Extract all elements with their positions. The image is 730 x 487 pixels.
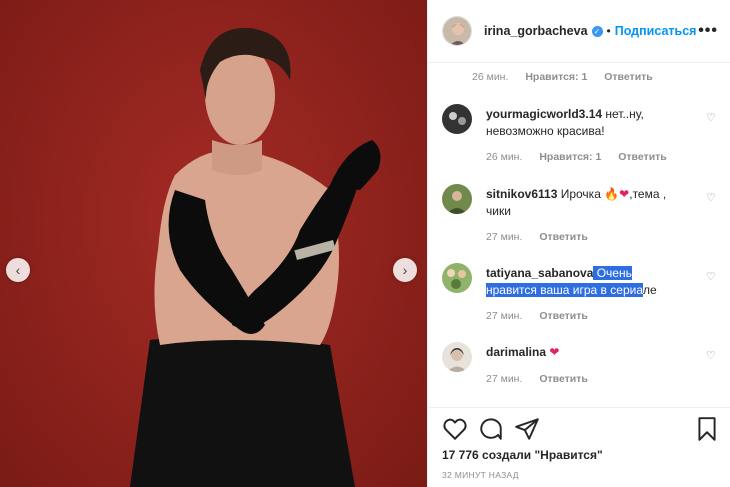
comment-username[interactable]: tatiyana_sabanova bbox=[486, 266, 593, 280]
comment-body: Ирочка bbox=[557, 187, 605, 201]
chevron-right-icon[interactable]: › bbox=[393, 258, 417, 282]
action-icons bbox=[442, 416, 717, 444]
more-icon[interactable]: ••• bbox=[698, 22, 718, 40]
like-comment-icon[interactable]: ♡ bbox=[706, 111, 716, 124]
comment-time: 27 мин. bbox=[486, 231, 523, 243]
comment-text: sitnikov6113 Ирочка 🔥❤,тема , чики bbox=[486, 186, 682, 220]
post-header: irina_gorbacheva ✓ • Подписаться ••• bbox=[428, 0, 730, 63]
comment-meta: 26 мин. Нравится: 1 Ответить bbox=[486, 151, 681, 163]
reply-button[interactable]: Ответить bbox=[539, 231, 588, 243]
comment-username[interactable]: yourmagicworld3.14 bbox=[486, 107, 602, 121]
chevron-left-icon[interactable]: ‹ bbox=[6, 258, 30, 282]
comment-text: yourmagicworld3.14 нет..ну, невозможно к… bbox=[486, 106, 682, 140]
verified-icon: ✓ bbox=[591, 25, 603, 37]
comment-time: 27 мин. bbox=[486, 373, 523, 385]
like-comment-icon[interactable]: ♡ bbox=[706, 349, 716, 362]
post-panel: irina_gorbacheva ✓ • Подписаться ••• 26 … bbox=[427, 0, 730, 487]
heart-icon[interactable] bbox=[442, 416, 468, 442]
avatar[interactable] bbox=[442, 16, 472, 46]
comment-time: 26 мин. bbox=[472, 71, 509, 83]
post-username[interactable]: irina_gorbacheva bbox=[484, 24, 588, 38]
like-comment-icon[interactable]: ♡ bbox=[706, 270, 716, 283]
comment-body: ле bbox=[643, 283, 657, 297]
reply-button[interactable]: Ответить bbox=[604, 71, 653, 83]
reply-button[interactable]: Ответить bbox=[539, 373, 588, 385]
likes-count[interactable]: 17 776 создали "Нравится" bbox=[442, 448, 603, 462]
post-photo[interactable]: ‹ › bbox=[0, 0, 427, 487]
fire-emoji: 🔥 bbox=[604, 187, 620, 201]
post-actions: 17 776 создали "Нравится" 32 МИНУТ НАЗАД bbox=[428, 407, 730, 487]
comment-likes[interactable]: Нравится: 1 bbox=[525, 71, 587, 83]
comment-meta: 27 мин. Ответить bbox=[486, 310, 602, 322]
like-comment-icon[interactable]: ♡ bbox=[706, 191, 716, 204]
comment-time: 27 мин. bbox=[486, 310, 523, 322]
follow-button[interactable]: Подписаться bbox=[615, 24, 697, 38]
post-time: 32 МИНУТ НАЗАД bbox=[442, 470, 519, 480]
avatar[interactable] bbox=[442, 184, 472, 214]
comment-meta: 26 мин. Нравится: 1 Ответить bbox=[472, 71, 667, 83]
reply-button[interactable]: Ответить bbox=[618, 151, 667, 163]
comment-likes[interactable]: Нравится: 1 bbox=[539, 151, 601, 163]
red-heart-emoji: ❤ bbox=[549, 345, 560, 359]
separator-dot: • bbox=[606, 24, 611, 38]
share-icon[interactable] bbox=[514, 416, 540, 442]
bookmark-icon[interactable] bbox=[694, 416, 720, 442]
avatar[interactable] bbox=[442, 342, 472, 372]
comment-meta: 27 мин. Ответить bbox=[486, 373, 602, 385]
comment-username[interactable]: sitnikov6113 bbox=[486, 187, 557, 201]
comment-time: 26 мин. bbox=[486, 151, 523, 163]
reply-button[interactable]: Ответить bbox=[539, 310, 588, 322]
avatar[interactable] bbox=[442, 104, 472, 134]
comment-username[interactable]: darimalina bbox=[486, 345, 546, 359]
comment-icon[interactable] bbox=[478, 416, 504, 442]
comments-list[interactable]: 26 мин. Нравится: 1 Ответить yourmagicwo… bbox=[428, 63, 730, 407]
photo-figure bbox=[130, 27, 381, 487]
red-heart-emoji: ❤ bbox=[619, 187, 630, 201]
comment-text: tatiyana_sabanova Очень нравится ваша иг… bbox=[486, 265, 682, 299]
comment-text: darimalina ❤ bbox=[486, 344, 682, 361]
comment-meta: 27 мин. Ответить bbox=[486, 231, 602, 243]
avatar[interactable] bbox=[442, 263, 472, 293]
